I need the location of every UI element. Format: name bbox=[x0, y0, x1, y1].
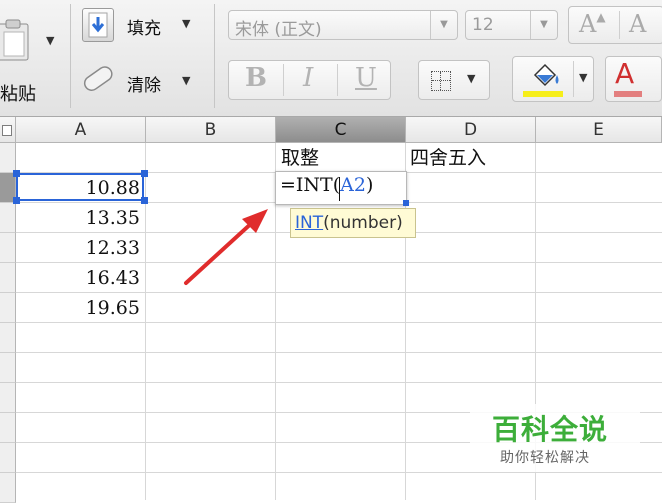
paste-icon[interactable] bbox=[0, 18, 32, 62]
bold-button[interactable]: B bbox=[245, 63, 267, 93]
formula-reference: A2 bbox=[340, 174, 366, 196]
fill-handle[interactable] bbox=[403, 200, 409, 206]
font-name-select[interactable]: 宋体 (正文) ▼ bbox=[228, 10, 458, 40]
ribbon-toolbar: ▼ 粘贴 填充 ▼ 清除 ▼ 宋体 (正文) ▼ 12 ▼ A▲ A B I U… bbox=[0, 0, 662, 117]
function-args: (number) bbox=[323, 213, 403, 233]
button-divider bbox=[619, 11, 620, 39]
reference-highlight-a2 bbox=[16, 173, 144, 201]
fill-color-swatch bbox=[523, 91, 563, 97]
shrink-font-button[interactable]: A bbox=[629, 10, 646, 38]
column-header-c[interactable]: C bbox=[276, 117, 406, 143]
cell-a3[interactable]: 13.35 bbox=[16, 203, 140, 233]
ribbon-divider bbox=[70, 4, 71, 108]
borders-button[interactable]: ▼ bbox=[418, 60, 490, 100]
resize-handle[interactable] bbox=[141, 197, 148, 204]
column-header-e[interactable]: E bbox=[536, 117, 662, 143]
gridline bbox=[16, 382, 662, 383]
resize-handle[interactable] bbox=[13, 197, 20, 204]
grow-font-button[interactable]: A▲ bbox=[579, 10, 606, 38]
button-divider bbox=[573, 61, 574, 97]
clear-label[interactable]: 清除 bbox=[127, 71, 161, 96]
resize-handle[interactable] bbox=[141, 170, 148, 177]
clear-dropdown-arrow[interactable]: ▼ bbox=[182, 74, 190, 87]
font-color-icon: A bbox=[615, 57, 635, 90]
row-header[interactable] bbox=[0, 353, 16, 383]
paste-dropdown-arrow[interactable]: ▼ bbox=[46, 34, 54, 47]
font-size-value: 12 bbox=[472, 15, 494, 35]
fill-dropdown-arrow[interactable]: ▼ bbox=[182, 17, 190, 30]
italic-button[interactable]: I bbox=[303, 63, 313, 93]
function-name-link[interactable]: INT bbox=[295, 213, 323, 233]
font-color-swatch bbox=[614, 91, 642, 97]
ribbon-divider bbox=[214, 4, 215, 108]
watermark-title: 百科全说 bbox=[492, 413, 609, 446]
watermark-logo: 百科全说 助你轻松解决 bbox=[470, 404, 640, 472]
gridline bbox=[16, 352, 662, 353]
fill-label[interactable]: 填充 bbox=[127, 14, 161, 39]
paint-bucket-icon bbox=[533, 63, 559, 87]
cell-a5[interactable]: 16.43 bbox=[16, 263, 140, 293]
row-header[interactable] bbox=[0, 323, 16, 353]
cell-a4[interactable]: 12.33 bbox=[16, 233, 140, 263]
cell-a6[interactable]: 19.65 bbox=[16, 293, 140, 323]
column-header-d[interactable]: D bbox=[406, 117, 536, 143]
cell-editor-c2[interactable]: =INT(A2) bbox=[275, 171, 407, 205]
borders-icon bbox=[431, 71, 451, 91]
font-name-value: 宋体 (正文) bbox=[235, 20, 322, 40]
row-header[interactable] bbox=[0, 293, 16, 323]
row-header[interactable] bbox=[0, 233, 16, 263]
watermark-subtitle: 助你轻松解决 bbox=[500, 450, 590, 466]
row-header[interactable] bbox=[0, 143, 16, 173]
row-header[interactable] bbox=[0, 263, 16, 293]
red-arrow-annotation bbox=[184, 209, 268, 285]
underline-button[interactable]: U bbox=[355, 63, 377, 93]
cell-d1[interactable]: 四舍五入 bbox=[410, 143, 486, 173]
function-tooltip[interactable]: INT(number) bbox=[290, 208, 416, 238]
font-size-select[interactable]: 12 ▼ bbox=[465, 10, 558, 40]
row-header[interactable] bbox=[0, 443, 16, 473]
row-header[interactable] bbox=[0, 383, 16, 413]
chevron-down-icon[interactable]: ▼ bbox=[530, 11, 557, 39]
chevron-down-icon[interactable]: ▼ bbox=[467, 72, 475, 85]
column-header-b[interactable]: B bbox=[146, 117, 276, 143]
row-header[interactable] bbox=[0, 413, 16, 443]
row-header[interactable] bbox=[0, 473, 16, 503]
text-style-buttons: B I U bbox=[228, 60, 391, 100]
gridline bbox=[16, 472, 662, 473]
down-arrow-icon bbox=[88, 12, 108, 38]
formula-text: =INT(A2) bbox=[280, 174, 374, 196]
paste-label[interactable]: 粘贴 bbox=[0, 80, 36, 106]
text-caret bbox=[339, 177, 340, 201]
cell-c1[interactable]: 取整 bbox=[281, 143, 319, 173]
eraser-icon[interactable] bbox=[78, 62, 118, 98]
row-header[interactable] bbox=[0, 203, 16, 233]
chevron-down-icon[interactable]: ▼ bbox=[579, 71, 587, 84]
font-color-button[interactable]: A bbox=[605, 56, 662, 102]
button-divider bbox=[283, 64, 284, 96]
chevron-down-icon[interactable]: ▼ bbox=[430, 11, 457, 39]
fill-color-button[interactable]: ▼ bbox=[512, 56, 594, 102]
resize-handle[interactable] bbox=[13, 170, 20, 177]
button-divider bbox=[337, 64, 338, 96]
column-header-a[interactable]: A bbox=[16, 117, 146, 143]
select-all-button[interactable] bbox=[0, 117, 16, 143]
font-size-buttons: A▲ A bbox=[568, 6, 662, 44]
fill-down-icon[interactable] bbox=[82, 8, 114, 42]
